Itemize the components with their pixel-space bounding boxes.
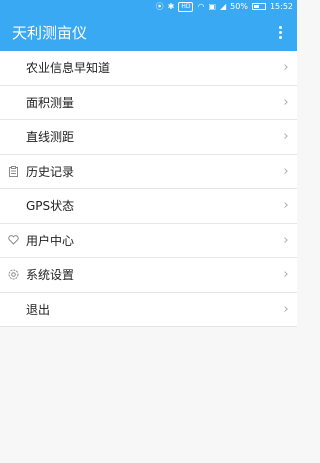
chevron-right-icon: › — [283, 232, 289, 248]
chevron-right-icon: › — [283, 94, 289, 110]
signal-icon: ◢ — [220, 2, 227, 11]
empty-content-area — [0, 327, 297, 463]
more-vertical-icon[interactable] — [273, 23, 287, 41]
location-icon: ⦿ — [155, 2, 164, 11]
clipboard-icon — [0, 165, 26, 177]
app-bar: 天利测亩仪 — [0, 13, 297, 51]
menu-item-label: 用户中心 — [26, 233, 75, 248]
menu-item-exit[interactable]: 退出 › — [0, 292, 297, 327]
hd-badge: HD — [178, 1, 194, 12]
chevron-right-icon: › — [283, 301, 289, 317]
menu-item-user-center[interactable]: 用户中心 › — [0, 223, 297, 258]
menu-item-label: 面积测量 — [26, 95, 75, 110]
wifi-icon: ◠ — [197, 2, 205, 11]
menu-item-line-distance[interactable]: 直线测距 › — [0, 120, 297, 155]
settings-icon — [0, 269, 26, 280]
menu-item-label: 历史记录 — [26, 164, 75, 179]
menu-item-agri-info[interactable]: 农业信息早知道 › — [0, 51, 297, 86]
menu-item-gps-status[interactable]: GPS状态 › — [0, 189, 297, 224]
battery-icon — [251, 3, 266, 10]
menu-item-area-measure[interactable]: 面积测量 › — [0, 85, 297, 120]
chevron-right-icon: › — [283, 60, 289, 76]
chevron-right-icon: › — [283, 129, 289, 145]
clock-time: 15:52 — [269, 2, 293, 11]
chevron-right-icon: › — [283, 198, 289, 214]
menu-item-label: 系统设置 — [26, 268, 75, 283]
menu-item-history[interactable]: 历史记录 › — [0, 154, 297, 189]
heart-icon — [0, 235, 26, 245]
battery-percentage: 50% — [230, 2, 248, 11]
menu-item-label: 直线测距 — [26, 130, 75, 145]
bluetooth-icon: ✱ — [167, 2, 175, 11]
status-bar: ⦿ ✱ HD ◠ ▣ ◢ 50% 15:52 — [0, 0, 297, 13]
menu-item-label: 农业信息早知道 — [26, 61, 111, 76]
main-menu: 农业信息早知道 › 面积测量 › 直线测距 › 历史记录 › GPS状态 › 用… — [0, 51, 297, 327]
chevron-right-icon: › — [283, 267, 289, 283]
sim-icon: ▣ — [208, 2, 216, 11]
menu-item-label: GPS状态 — [26, 199, 75, 214]
chevron-right-icon: › — [283, 163, 289, 179]
menu-item-label: 退出 — [26, 302, 51, 317]
app-title: 天利测亩仪 — [12, 23, 88, 42]
menu-item-settings[interactable]: 系统设置 › — [0, 258, 297, 293]
